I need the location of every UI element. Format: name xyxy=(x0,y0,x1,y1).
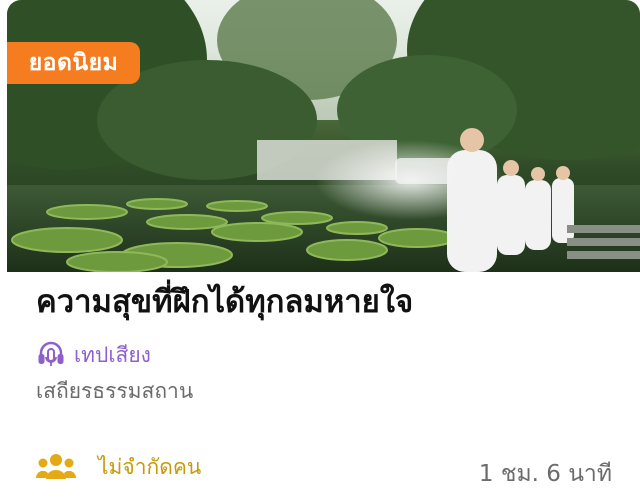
cover-image xyxy=(7,0,640,272)
popular-badge: ยอดนิยม xyxy=(7,42,140,84)
course-card[interactable]: ยอดนิยม ความสุขที่ฝึกได้ทุกลมหายใจ เทปเส… xyxy=(0,0,640,504)
course-title[interactable]: ความสุขที่ฝึกได้ทุกลมหายใจ xyxy=(36,282,626,322)
people-group-icon xyxy=(35,451,77,483)
media-type-label: เทปเสียง xyxy=(74,342,151,367)
media-type-row: เทปเสียง xyxy=(36,340,151,370)
venue-name: เสถียรธรรมสถาน xyxy=(36,379,194,403)
duration-label: 1 ชม. 6 นาที xyxy=(478,461,612,487)
capacity-row: ไม่จำกัดคน xyxy=(35,450,202,484)
capacity-label: ไม่จำกัดคน xyxy=(98,454,202,479)
headphones-mic-icon xyxy=(36,340,66,370)
